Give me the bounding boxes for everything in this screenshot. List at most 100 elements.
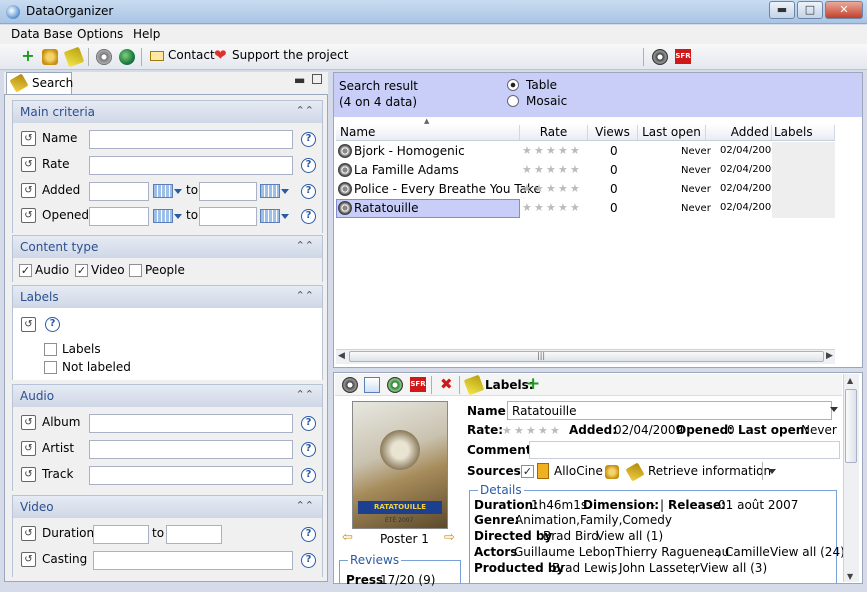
rating-star-icon[interactable]: ★ [546, 145, 556, 156]
rating-star-icon[interactable]: ★ [538, 425, 548, 436]
scroll-left-icon[interactable]: ◀ [338, 351, 345, 361]
rating-star-icon[interactable]: ★ [570, 183, 580, 194]
opened-to-input[interactable] [199, 207, 257, 226]
video-checkbox[interactable]: ✓ [75, 264, 88, 277]
reset-criteria-icon[interactable]: ↺ [21, 467, 36, 482]
minimize-button[interactable]: ▬ [769, 1, 795, 19]
main-criteria-header[interactable]: Main criteria ⌃⌃ [13, 101, 322, 123]
column-header-labels[interactable]: Labels [772, 125, 835, 140]
actor-link[interactable]: Camille [725, 545, 770, 559]
audio-checkbox[interactable]: ✓ [19, 264, 32, 277]
sfr-icon[interactable]: SFR [675, 49, 691, 64]
mosaic-view-radio[interactable] [507, 95, 519, 107]
globe-icon[interactable] [119, 49, 135, 65]
picture-icon[interactable] [364, 377, 380, 393]
collapse-chevron-icon[interactable]: ⌃⌃ [296, 289, 314, 302]
scrollbar-thumb[interactable] [845, 389, 857, 463]
name-dropdown-icon[interactable] [830, 407, 838, 412]
rating-star-icon[interactable]: ★ [546, 183, 556, 194]
close-button[interactable]: ✕ [825, 1, 863, 19]
support-project-link[interactable]: Support the project [232, 48, 348, 62]
duration-from-input[interactable] [93, 525, 149, 544]
name-field[interactable]: Ratatouille [507, 401, 832, 420]
artist-input[interactable] [89, 440, 293, 459]
film-reel-icon[interactable] [652, 49, 668, 65]
sync-icon[interactable] [42, 49, 58, 65]
rating-star-icon[interactable]: ★ [570, 145, 580, 156]
help-icon[interactable]: ? [301, 132, 316, 147]
producer-link[interactable]: John Lasseter [619, 561, 700, 575]
table-row[interactable]: Police - Every Breathe You Take ★ ★ ★ ★ ★ 0 … [336, 180, 835, 199]
rating-star-icon[interactable]: ★ [546, 202, 556, 213]
calendar-icon[interactable] [153, 184, 173, 198]
help-icon[interactable]: ? [301, 416, 316, 431]
rating-star-icon[interactable]: ★ [570, 202, 580, 213]
help-icon[interactable]: ? [301, 442, 316, 457]
album-input[interactable] [89, 414, 293, 433]
people-checkbox[interactable] [129, 264, 142, 277]
rating-star-icon[interactable]: ★ [558, 202, 568, 213]
calendar-dropdown-icon[interactable] [174, 214, 182, 219]
rating-star-icon[interactable]: ★ [502, 425, 512, 436]
casting-input[interactable] [93, 551, 293, 570]
labels-checkbox[interactable] [44, 343, 57, 356]
previous-poster-icon[interactable]: ⇦ [342, 530, 353, 545]
menu-help[interactable]: Help [133, 27, 160, 41]
scroll-right-icon[interactable]: ▶ [826, 351, 833, 361]
opened-from-input[interactable] [89, 207, 149, 226]
collapse-chevron-icon[interactable]: ⌃⌃ [296, 239, 314, 252]
rating-star-icon[interactable]: ★ [522, 145, 532, 156]
rating-star-icon[interactable]: ★ [558, 183, 568, 194]
refresh-media-icon[interactable] [387, 377, 403, 393]
column-header-views[interactable]: Views [588, 125, 638, 140]
actors-view-all-link[interactable]: View all (24) [770, 545, 845, 559]
reset-criteria-icon[interactable]: ↺ [21, 415, 36, 430]
film-reel-icon[interactable] [342, 377, 358, 393]
video-header[interactable]: Video ⌃⌃ [13, 496, 322, 518]
rating-star-icon[interactable]: ★ [558, 164, 568, 175]
delete-icon[interactable]: ✖ [440, 375, 453, 393]
table-row[interactable]: Ratatouille ★ ★ ★ ★ ★ 0 Never 02/04/2009 [336, 199, 835, 218]
menu-database[interactable]: Data Base [11, 27, 73, 41]
name-input[interactable] [89, 130, 293, 149]
produced-view-all-link[interactable]: View all (3) [700, 561, 767, 575]
scroll-down-icon[interactable]: ▼ [847, 572, 853, 581]
reset-criteria-icon[interactable]: ↺ [21, 552, 36, 567]
rating-star-icon[interactable]: ★ [526, 425, 536, 436]
help-icon[interactable]: ? [301, 527, 316, 542]
help-icon[interactable]: ? [301, 209, 316, 224]
column-header-added[interactable]: Added [706, 125, 772, 140]
track-input[interactable] [89, 466, 293, 485]
table-view-radio[interactable] [507, 79, 519, 91]
table-row[interactable]: Bjork - Homogenic ★ ★ ★ ★ ★ 0 Never 02/04/20… [336, 142, 835, 161]
calendar-dropdown-icon[interactable] [281, 189, 289, 194]
maximize-button[interactable]: □ [797, 1, 823, 19]
scroll-up-icon[interactable]: ▲ [847, 376, 853, 385]
allocine-checkbox[interactable]: ✓ [521, 465, 534, 478]
reset-criteria-icon[interactable]: ↺ [21, 183, 36, 198]
settings-gear-icon[interactable] [96, 49, 112, 65]
calendar-dropdown-icon[interactable] [281, 214, 289, 219]
retrieve-information-button[interactable]: Retrieve information [648, 464, 771, 478]
rating-star-icon[interactable]: ★ [522, 183, 532, 194]
next-poster-icon[interactable]: ⇨ [444, 530, 455, 545]
retrieve-dropdown-icon[interactable] [768, 469, 776, 474]
comment-field[interactable] [529, 441, 840, 459]
column-header-name[interactable]: Name [336, 125, 520, 140]
labels-header[interactable]: Labels ⌃⌃ [13, 286, 322, 308]
add-icon[interactable]: + [20, 48, 36, 65]
rating-star-icon[interactable]: ★ [514, 425, 524, 436]
rate-input[interactable] [89, 156, 293, 175]
reset-criteria-icon[interactable]: ↺ [21, 441, 36, 456]
producer-link[interactable]: Brad Lewis [552, 561, 617, 575]
not-labeled-checkbox[interactable] [44, 361, 57, 374]
director-link[interactable]: Brad Bird [543, 529, 599, 543]
panel-restore-icon[interactable] [312, 74, 322, 84]
help-icon[interactable]: ? [301, 468, 316, 483]
help-icon[interactable]: ? [45, 317, 60, 332]
content-type-header[interactable]: Content type ⌃⌃ [13, 236, 322, 258]
calendar-icon[interactable] [153, 209, 173, 223]
added-from-input[interactable] [89, 182, 149, 201]
collapse-chevron-icon[interactable]: ⌃⌃ [296, 388, 314, 401]
sync-icon[interactable] [605, 465, 619, 479]
